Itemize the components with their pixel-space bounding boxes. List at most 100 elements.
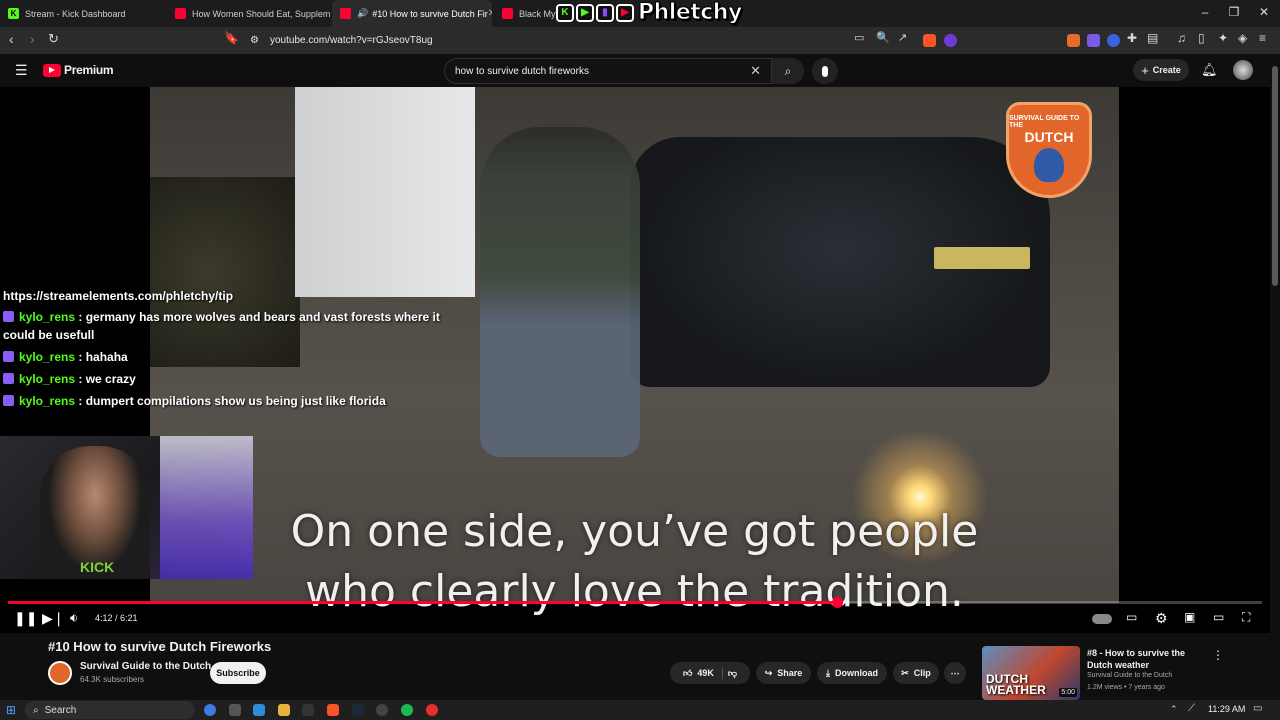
brave-browser-icon[interactable] xyxy=(327,704,339,716)
create-button[interactable]: + Create xyxy=(1133,59,1189,81)
extension-circle-icon[interactable] xyxy=(1107,34,1120,47)
tab-label: Black Myth xyxy=(519,8,556,19)
recommended-video-channel[interactable]: Survival Guide to the Dutch xyxy=(1087,672,1172,679)
site-info-icon[interactable]: ⚙ xyxy=(250,35,259,46)
reload-icon[interactable]: ↻ xyxy=(48,31,59,47)
youtube-icon xyxy=(340,8,351,19)
copilot-icon[interactable] xyxy=(204,704,216,716)
subscriber-count: 64.3K subscribers xyxy=(80,675,145,684)
tab-label: Stream - Kick Dashboard xyxy=(25,8,126,19)
record-app-icon[interactable] xyxy=(426,704,438,716)
volume-icon[interactable]: 🔉︎ xyxy=(70,610,78,626)
pause-button[interactable]: ❚❚ xyxy=(14,610,37,627)
subtitles-icon[interactable]: ▭ xyxy=(1126,610,1137,624)
like-dislike-group: 👍︎ 49K 👎︎ xyxy=(670,662,750,684)
notifications-bell-icon[interactable]: 🔔︎ xyxy=(1201,62,1218,78)
video-duration-badge: 5:00 xyxy=(1059,688,1077,697)
recommended-video-title[interactable]: #8 - How to survive the Dutch weather xyxy=(1087,647,1207,671)
subscribe-button[interactable]: Subscribe xyxy=(210,662,266,684)
create-label: Create xyxy=(1152,65,1181,75)
media-icon[interactable]: ♫ xyxy=(1177,31,1186,45)
video-player[interactable]: SURVIVAL GUIDE TO THE DUTCH On one side,… xyxy=(0,87,1270,633)
recommended-video-thumbnail[interactable]: DUTCH WEATHER 5:00 xyxy=(982,646,1080,700)
chat-username: kylo_rens xyxy=(19,350,76,364)
more-vertical-icon[interactable]: ⋮ xyxy=(1212,648,1224,662)
download-label: Download xyxy=(834,668,878,678)
close-tab-icon[interactable]: ✕ xyxy=(488,8,492,19)
zoom-icon[interactable]: 🔍 xyxy=(876,31,890,44)
brave-shield-icon[interactable] xyxy=(923,34,936,47)
back-icon[interactable]: ‹ xyxy=(9,31,14,47)
tab-dutch-fireworks[interactable]: 🔊 #10 How to survive Dutch Fir ✕ xyxy=(332,0,492,27)
hamburger-menu-icon[interactable]: ☰ xyxy=(15,62,28,79)
like-button[interactable]: 👍︎ 49K xyxy=(683,667,723,679)
search-button[interactable]: ⌕ xyxy=(772,58,804,84)
forward-icon[interactable]: › xyxy=(30,31,35,47)
share-icon[interactable]: ↗ xyxy=(898,31,907,44)
network-icon[interactable]: ⟋ xyxy=(1188,703,1195,714)
share-arrow-icon: ↪ xyxy=(764,667,773,678)
task-view-icon[interactable] xyxy=(229,704,241,716)
youtube-play-icon xyxy=(43,63,61,77)
channel-avatar[interactable] xyxy=(48,661,72,685)
subscriber-badge-icon xyxy=(3,351,14,362)
windows-start-icon[interactable]: ⊞ xyxy=(6,703,16,717)
split-view-icon[interactable]: ▯ xyxy=(1198,31,1205,45)
fullscreen-icon[interactable]: ⛶ xyxy=(1242,610,1250,625)
theater-mode-icon[interactable]: ▭ xyxy=(1213,610,1224,624)
tab-black-myth[interactable]: Black Myth xyxy=(494,0,556,27)
autoplay-toggle[interactable] xyxy=(1092,614,1112,624)
next-video-button[interactable]: ▶❘ xyxy=(42,610,65,627)
notification-center-icon[interactable]: ▭ xyxy=(1253,703,1262,714)
search-input[interactable]: how to survive dutch fireworks ✕ xyxy=(444,58,772,84)
video-scene-person xyxy=(480,127,640,457)
obs-icon[interactable] xyxy=(376,704,388,716)
youtube-icon xyxy=(175,8,186,19)
extension-fox-icon[interactable] xyxy=(1067,34,1080,47)
taskbar-search[interactable]: ⌕ Search xyxy=(25,701,195,719)
close-window-icon[interactable]: ✕ xyxy=(1254,5,1274,19)
steam-icon[interactable] xyxy=(352,704,364,716)
progress-bar[interactable] xyxy=(8,597,1262,608)
spotify-icon[interactable] xyxy=(401,704,413,716)
channel-name[interactable]: Survival Guide to the Dutch xyxy=(80,661,211,672)
store-icon[interactable] xyxy=(253,704,265,716)
brave-rewards-icon[interactable] xyxy=(944,34,957,47)
maximize-icon[interactable]: ❐ xyxy=(1224,5,1244,19)
dislike-button[interactable]: 👎︎ xyxy=(728,668,737,679)
tab-how-women-eat[interactable]: How Women Should Eat, Supplemen xyxy=(167,0,330,27)
voice-search-button[interactable] xyxy=(812,58,838,84)
search-icon: ⌕ xyxy=(784,63,792,78)
settings-gear-icon[interactable]: ⚙ xyxy=(1155,610,1168,627)
taskbar-clock[interactable]: 11:29 AM xyxy=(1208,704,1245,714)
avatar[interactable] xyxy=(1233,60,1253,80)
chat-message: kylo_rens : we crazy xyxy=(3,370,443,388)
youtube-premium-logo[interactable]: Premium xyxy=(43,63,114,77)
terminal-icon[interactable] xyxy=(302,704,314,716)
more-actions-button[interactable]: ⋯ xyxy=(944,662,966,684)
chat-username: kylo_rens xyxy=(19,310,76,324)
chevron-up-icon[interactable]: ⌃ xyxy=(1170,704,1178,715)
share-button[interactable]: ↪ Share xyxy=(756,662,811,684)
minimize-icon[interactable]: – xyxy=(1195,5,1215,19)
page-scrollbar[interactable] xyxy=(1270,54,1280,700)
download-icon: ⤓ xyxy=(826,667,830,678)
extension-cloud-icon[interactable] xyxy=(1087,34,1100,47)
ai-icon[interactable]: ✦ xyxy=(1218,31,1228,45)
tab-kick-dashboard[interactable]: K Stream - Kick Dashboard xyxy=(0,0,165,27)
vpn-icon[interactable]: ◈ xyxy=(1238,31,1247,45)
share-label: Share xyxy=(777,668,803,678)
tulip-icon xyxy=(1034,148,1064,182)
cast-icon[interactable]: ▭ xyxy=(854,31,864,44)
clip-button[interactable]: ✂ Clip xyxy=(893,662,939,684)
download-button[interactable]: ⤓ Download xyxy=(817,662,887,684)
bookmark-icon[interactable]: 🔖 xyxy=(224,31,239,45)
sidebar-icon[interactable]: ▤ xyxy=(1147,31,1158,45)
extensions-puzzle-icon[interactable]: ✚ xyxy=(1127,31,1137,45)
channel-watermark-logo[interactable]: SURVIVAL GUIDE TO THE DUTCH xyxy=(1006,102,1092,198)
file-explorer-icon[interactable] xyxy=(278,704,290,716)
scrollbar-thumb[interactable] xyxy=(1272,66,1278,286)
clear-search-icon[interactable]: ✕ xyxy=(750,63,761,79)
menu-icon[interactable]: ≡ xyxy=(1259,31,1266,45)
miniplayer-icon[interactable]: ▣ xyxy=(1184,610,1195,624)
